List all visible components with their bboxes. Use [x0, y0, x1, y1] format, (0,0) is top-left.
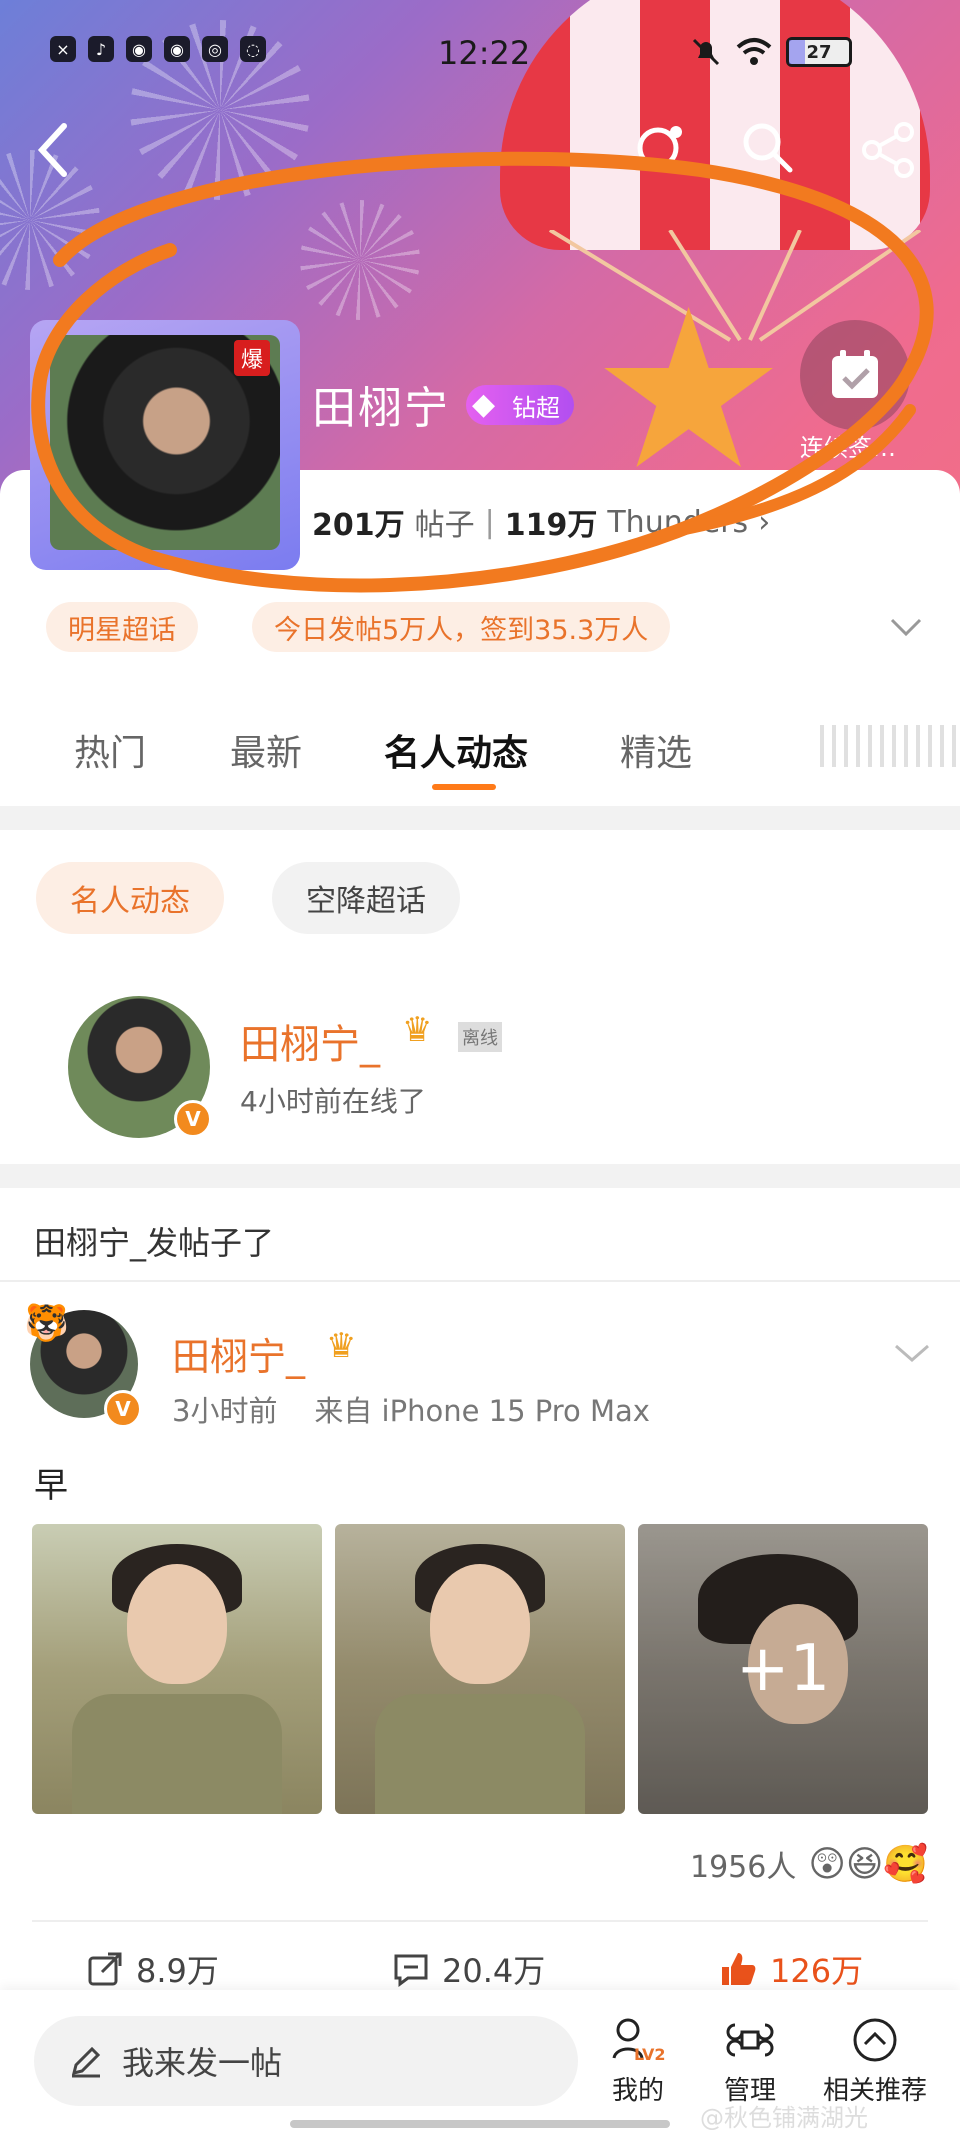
music-icon: ♪ [88, 36, 114, 62]
sign-in-label: 连续签… [800, 434, 896, 462]
mute-icon [692, 38, 720, 66]
more-tabs-fade [820, 725, 960, 767]
repost-button[interactable]: 8.9万 [86, 1946, 219, 1992]
reaction-emoji-icons: 😲😆🥰 [808, 1844, 929, 1885]
tab-featured[interactable]: 精选 [620, 724, 692, 776]
post-text: 早 [34, 1466, 68, 1506]
app-icon: ◌ [240, 36, 266, 62]
chevron-down-icon[interactable] [892, 1332, 932, 1372]
crown-icon: ♛ [326, 1326, 357, 1366]
divider [32, 1920, 928, 1922]
like-button[interactable]: 126万 [718, 1946, 863, 1992]
post-source: 来自 iPhone 15 Pro Max [314, 1394, 650, 1428]
share-icon[interactable] [858, 120, 918, 180]
category-chip[interactable]: 明星超话 [46, 602, 198, 652]
crown-icon: ♛ [402, 1010, 433, 1050]
chevron-up-circle-icon [853, 2018, 897, 2062]
post-meta: 3小时前 来自 iPhone 15 Pro Max [172, 1388, 650, 1430]
post-image[interactable] [32, 1524, 322, 1814]
star-decoration: ★ [590, 262, 788, 518]
tiger-avatar-frame-icon: 🐯 [24, 1303, 69, 1344]
nav-manage[interactable]: 管理 [690, 2016, 810, 2107]
nav-related[interactable]: 相关推荐 [810, 2016, 940, 2107]
level-icon: LV2 [612, 2018, 666, 2064]
search-icon[interactable] [740, 120, 794, 174]
last-online-text: 4小时前在线了 [240, 1085, 426, 1118]
sign-in-button[interactable] [800, 320, 910, 430]
sub-tab-celebrity-updates[interactable]: 名人动态 [36, 862, 224, 934]
tab-latest[interactable]: 最新 [230, 724, 302, 776]
calendar-check-icon [832, 350, 878, 398]
active-tab-indicator [432, 784, 496, 790]
tab-hot[interactable]: 热门 [74, 724, 146, 776]
section-title: 田栩宁_发帖子了 [34, 1224, 275, 1262]
daily-stats-chip[interactable]: 今日发帖5万人，签到35.3万人 [252, 602, 671, 652]
wifi-icon [736, 38, 772, 65]
post-image[interactable]: +1 [638, 1524, 928, 1814]
notification-icon: × [50, 36, 76, 62]
tier-badge[interactable]: ◆ 钻超 [466, 385, 574, 425]
followers-label: Thunders [607, 504, 749, 540]
repost-icon [88, 1952, 122, 1986]
svg-text:LV2: LV2 [634, 2045, 666, 2064]
more-images-count: +1 [638, 1524, 928, 1814]
stats-divider: | [484, 504, 495, 540]
nav-mine[interactable]: LV2 我的 [578, 2016, 698, 2107]
topic-page: ★ × ♪ ◉ ◉ ◎ ◌ 12:22 27 爆 田栩宁 ◆ 钻超 连续签… 2… [0, 0, 960, 2133]
reaction-count: 1956人 [690, 1850, 797, 1885]
topic-stats[interactable]: 201万 帖子 | 119万 Thunders › [312, 500, 770, 544]
diamond-icon: ◆ [472, 387, 496, 422]
compose-post-input[interactable]: 我来发一帖 [34, 2016, 578, 2106]
group-chat-icon[interactable] [630, 120, 686, 176]
post-time: 3小时前 [172, 1394, 278, 1428]
celebrity-name[interactable]: 田栩宁_ [240, 1012, 380, 1070]
command-icon [726, 2023, 774, 2057]
status-bar: × ♪ ◉ ◉ ◎ ◌ 12:22 27 [0, 30, 960, 80]
topic-name: 田栩宁 [312, 383, 450, 434]
followers-count: 119万 [504, 508, 598, 543]
section-gap [0, 1164, 960, 1188]
tab-celebrity-updates[interactable]: 名人动态 [384, 724, 528, 776]
hot-badge: 爆 [234, 340, 270, 376]
post-author-name[interactable]: 田栩宁_ [172, 1326, 305, 1381]
watermark: @秋色铺满湖光 [700, 2104, 868, 2132]
back-icon[interactable] [34, 120, 74, 180]
sub-tab-airdrop[interactable]: 空降超话 [272, 862, 460, 934]
divider [0, 1280, 960, 1282]
verified-badge-icon: V [174, 1100, 212, 1138]
posts-count: 201万 [312, 508, 405, 543]
comment-icon [394, 1954, 428, 1987]
reactions[interactable]: 1956人 😲😆🥰 [690, 1842, 928, 1886]
weibo-icon: ◉ [164, 36, 190, 62]
pencil-icon [71, 2046, 101, 2078]
offline-tag: 离线 [458, 1022, 502, 1052]
section-gap [0, 806, 960, 830]
comment-button[interactable]: 20.4万 [392, 1946, 545, 1992]
verified-badge-icon: V [104, 1390, 142, 1428]
clock: 12:22 [438, 34, 531, 72]
posts-label: 帖子 [414, 508, 475, 543]
post-image[interactable] [335, 1524, 625, 1814]
chevron-right-icon: › [758, 504, 771, 540]
weibo-icon: ◉ [126, 36, 152, 62]
wechat-icon: ◎ [202, 36, 228, 62]
thumbs-up-icon [722, 1953, 756, 1985]
chevron-down-icon[interactable] [886, 606, 926, 646]
battery-indicator: 27 [786, 37, 852, 67]
home-indicator[interactable] [290, 2120, 670, 2128]
